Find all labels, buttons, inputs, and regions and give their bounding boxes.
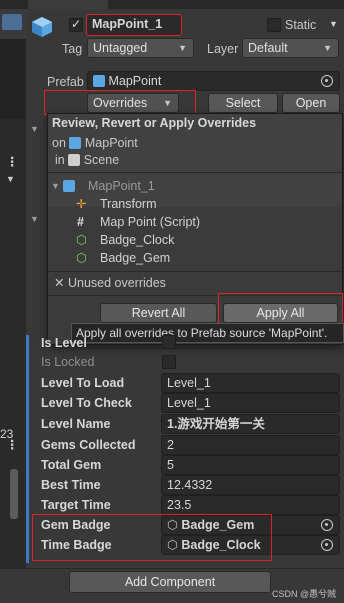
tab-strip <box>0 0 344 9</box>
layer-value: Default <box>248 41 288 55</box>
prefab-label: Prefab <box>47 75 84 89</box>
in-value: Scene <box>83 153 120 167</box>
prefab-icon <box>69 137 82 149</box>
layer-label: Layer <box>207 42 239 56</box>
close-icon: ✕ <box>54 276 65 290</box>
override-bar <box>26 335 29 563</box>
tag-dropdown[interactable]: Untagged ▼ <box>87 38 194 58</box>
gameobject-icon: ⬡ <box>76 251 87 265</box>
tree-item-label: Map Point (Script) <box>100 215 201 229</box>
chevron-down-icon: ▼ <box>323 43 332 53</box>
is-locked-checkbox[interactable] <box>162 355 176 369</box>
left-edge-block <box>0 39 26 119</box>
object-picker-icon[interactable] <box>321 75 333 87</box>
object-name-input[interactable]: MapPoint_1 <box>86 14 182 36</box>
target-time-input[interactable]: 23.5 <box>161 495 340 515</box>
unused-overrides-label: Unused overrides <box>67 276 166 290</box>
left-edge-panel: ⋮ ▼ 23 ⋮ <box>0 9 26 603</box>
transform-icon: ✛ <box>76 197 87 211</box>
badge-fields-highlight <box>32 514 272 561</box>
gameobject-icon: ⬡ <box>76 233 87 247</box>
total-gem-input[interactable]: 5 <box>161 455 340 475</box>
on-label: on <box>52 136 66 150</box>
gems-collected-input[interactable]: 2 <box>161 435 340 455</box>
popup-in-row: in Scene <box>55 153 119 167</box>
popup-on-row: on MapPoint <box>52 136 138 150</box>
chevron-down-icon: ▼ <box>178 43 187 53</box>
level-name-label: Level Name <box>41 417 111 431</box>
tag-label: Tag <box>62 42 83 56</box>
tag-value: Untagged <box>93 41 148 55</box>
unused-overrides-row[interactable]: ✕ Unused overrides <box>54 275 166 290</box>
prefab-icon <box>93 75 105 87</box>
more-icon[interactable]: ⋮ <box>6 437 19 452</box>
script-icon: # <box>77 215 84 229</box>
overrides-label: Overrides <box>93 96 148 110</box>
tree-item-label: Badge_Gem <box>100 251 171 265</box>
divider <box>48 271 342 272</box>
foldout-icon[interactable]: ▼ <box>51 177 60 195</box>
in-label: in <box>55 153 65 167</box>
chevron-down-icon[interactable]: ▼ <box>329 19 338 29</box>
left-edge-dropdown[interactable] <box>2 14 22 30</box>
object-picker-icon[interactable] <box>321 539 333 551</box>
open-button[interactable]: Open <box>282 93 340 113</box>
static-checkbox[interactable] <box>267 18 281 32</box>
overrides-popup: Review, Revert or Apply Overrides on Map… <box>47 113 343 345</box>
select-button[interactable]: Select <box>208 93 278 113</box>
foldout-icon[interactable]: ▼ <box>30 214 39 224</box>
is-locked-label: Is Locked <box>41 355 95 369</box>
layer-dropdown[interactable]: Default ▼ <box>242 38 339 58</box>
add-component-button[interactable]: Add Component <box>69 571 271 593</box>
tree-item-label: Badge_Clock <box>100 233 175 247</box>
level-to-check-label: Level To Check <box>41 396 132 410</box>
gameobject-icon <box>63 180 75 192</box>
divider <box>48 172 342 173</box>
prefab-source-field[interactable]: MapPoint <box>87 71 340 91</box>
on-value: MapPoint <box>84 136 138 150</box>
overrides-dropdown[interactable]: Overrides ▼ <box>87 93 179 113</box>
watermark: CSDN @愚兮贼 <box>272 589 337 599</box>
foldout-icon[interactable]: ▼ <box>30 124 39 134</box>
apply-all-tooltip: Apply all overrides to Prefab source 'Ma… <box>71 323 344 343</box>
chevron-down-icon[interactable]: ▼ <box>6 174 15 184</box>
level-to-load-label: Level To Load <box>41 376 125 390</box>
total-gem-label: Total Gem <box>41 458 102 472</box>
tree-item-label: Transform <box>100 197 157 211</box>
popup-title: Review, Revert or Apply Overrides <box>52 116 257 130</box>
tab-inspector[interactable] <box>28 0 108 9</box>
chevron-down-icon: ▼ <box>163 98 172 108</box>
gameobject-icon <box>30 15 54 39</box>
is-level-label: Is Level <box>41 336 87 350</box>
gems-collected-label: Gems Collected <box>41 438 136 452</box>
static-label: Static <box>285 18 317 32</box>
tree-root-label: MapPoint_1 <box>88 179 155 193</box>
more-icon[interactable]: ⋮ <box>6 154 19 169</box>
revert-all-button[interactable]: Revert All <box>100 303 217 323</box>
check-icon: ✓ <box>71 17 82 31</box>
is-level-checkbox[interactable] <box>162 335 176 349</box>
level-to-load-input[interactable]: Level_1 <box>161 373 340 393</box>
best-time-label: Best Time <box>41 478 101 492</box>
object-picker-icon[interactable] <box>321 519 333 531</box>
target-time-label: Target Time <box>41 498 111 512</box>
level-to-check-input[interactable]: Level_1 <box>161 393 340 413</box>
scrollbar-thumb[interactable] <box>10 469 18 519</box>
level-name-input[interactable]: 1.游戏开始第一关 <box>161 414 340 434</box>
best-time-input[interactable]: 12.4332 <box>161 475 340 495</box>
scene-icon <box>68 154 81 166</box>
active-checkbox[interactable]: ✓ <box>69 17 83 32</box>
prefab-source: MapPoint <box>108 74 162 88</box>
